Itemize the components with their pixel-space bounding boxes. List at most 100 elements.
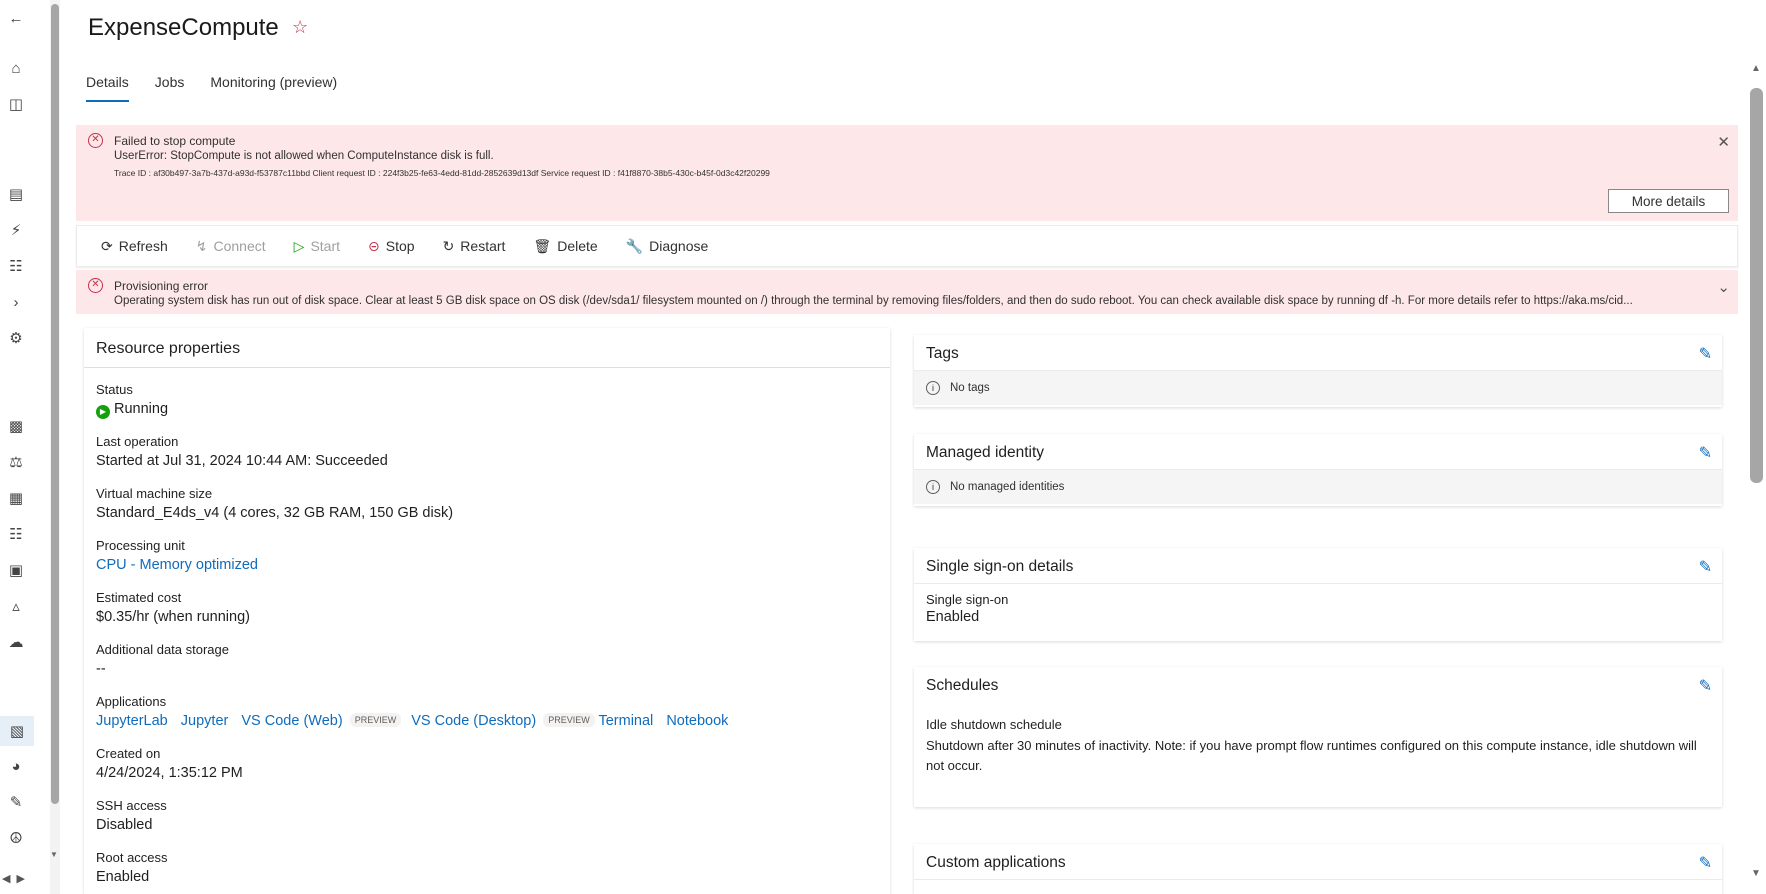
sso-title: Single sign-on details bbox=[926, 558, 1074, 575]
tags-title: Tags bbox=[926, 345, 959, 362]
delete-button[interactable]: 🗑 Delete bbox=[533, 238, 597, 255]
error-title: Failed to stop compute bbox=[114, 134, 236, 148]
compute-icon[interactable]: ▧ bbox=[0, 716, 34, 746]
notebook-link[interactable]: Notebook bbox=[666, 713, 728, 729]
ssh-label: SSH access bbox=[96, 798, 167, 813]
monitoring-icon[interactable]: ◕ bbox=[6, 756, 26, 776]
home-icon[interactable]: ⌂ bbox=[6, 58, 26, 78]
processing-unit-label: Processing unit bbox=[96, 538, 185, 553]
prompt-flow-icon[interactable]: › bbox=[6, 292, 26, 312]
edit-icon[interactable]: ✎ bbox=[1699, 676, 1712, 696]
diagnose-button[interactable]: 🔧 Diagnose bbox=[626, 238, 709, 255]
chevron-down-icon[interactable]: ⌄ bbox=[1717, 278, 1730, 296]
refresh-button[interactable]: ⟳ Refresh bbox=[101, 238, 168, 255]
vscode-web-link[interactable]: VS Code (Web) bbox=[241, 713, 342, 729]
error-icon: ✕ bbox=[88, 133, 103, 148]
left-nav-rail: ← ⌂ ◫ ▤ ⚡ ☷ › ⚙ ▩ ⚖ ▦ ☷ ▣ ▵ ☁ ▧ ◕ ✎ ☮ ◀▶ bbox=[0, 0, 34, 894]
edit-icon[interactable]: ✎ bbox=[1699, 443, 1712, 463]
error-trace: Trace ID : af30b497-3a7b-437d-a93d-f5378… bbox=[114, 168, 770, 178]
star-icon[interactable]: ☆ bbox=[292, 17, 308, 38]
schedules-title: Schedules bbox=[926, 677, 999, 694]
error-message: UserError: StopCompute is not allowed wh… bbox=[114, 150, 494, 162]
provisioning-error-banner: ✕ Provisioning error Operating system di… bbox=[76, 270, 1738, 314]
edit-icon[interactable]: ✎ bbox=[1699, 557, 1712, 577]
back-arrow-icon[interactable]: ← bbox=[6, 8, 26, 28]
jobs-icon[interactable]: ▩ bbox=[6, 416, 26, 436]
vm-size-property: Virtual machine size Standard_E4ds_v4 (4… bbox=[96, 486, 453, 521]
processing-unit-link[interactable]: CPU - Memory optimized bbox=[96, 557, 258, 573]
restart-button[interactable]: ↻ Restart bbox=[443, 238, 506, 255]
vscode-desktop-link[interactable]: VS Code (Desktop) bbox=[411, 713, 536, 729]
page-scrollbar-thumb[interactable] bbox=[1750, 88, 1763, 483]
jupyter-link[interactable]: Jupyter bbox=[181, 713, 229, 729]
stop-button[interactable]: ⊝ Stop bbox=[368, 238, 415, 255]
more-details-button[interactable]: More details bbox=[1608, 189, 1729, 213]
info-icon: i bbox=[926, 381, 940, 395]
stop-error-banner: ✕ Failed to stop compute UserError: Stop… bbox=[76, 125, 1738, 221]
additional-storage-property: Additional data storage -- bbox=[96, 642, 229, 677]
nav-scrollbar-thumb[interactable] bbox=[51, 4, 59, 804]
idle-shutdown-label: Idle shutdown schedule bbox=[926, 717, 1062, 732]
applications-property: Applications JupyterLab Jupyter VS Code … bbox=[96, 694, 737, 729]
refresh-icon: ⟳ bbox=[101, 237, 113, 254]
sso-card: Single sign-on details ✎ Single sign-on E… bbox=[914, 548, 1722, 641]
additional-storage-label: Additional data storage bbox=[96, 642, 229, 657]
edit-icon[interactable]: ✎ bbox=[1699, 344, 1712, 364]
tab-jobs[interactable]: Jobs bbox=[155, 74, 185, 102]
created-on-property: Created on 4/24/2024, 1:35:12 PM bbox=[96, 746, 243, 781]
start-button[interactable]: ▷ Start bbox=[294, 238, 340, 255]
managed-identity-title: Managed identity bbox=[926, 444, 1045, 461]
estimated-cost-property: Estimated cost $0.35/hr (when running) bbox=[96, 590, 250, 625]
linked-services-icon[interactable]: ☮ bbox=[6, 828, 26, 848]
preview-badge: PREVIEW bbox=[543, 713, 595, 727]
nav-scrollbar[interactable]: ▼ bbox=[50, 0, 60, 894]
last-operation-value: Started at Jul 31, 2024 10:44 AM: Succee… bbox=[96, 453, 388, 469]
created-on-label: Created on bbox=[96, 746, 161, 761]
command-toolbar: ⟳ Refresh ↯ Connect ▷ Start ⊝ Stop ↻ Restart … bbox=[76, 225, 1738, 267]
provisioning-error-title: Provisioning error bbox=[114, 279, 209, 293]
page-title: ExpenseCompute bbox=[88, 14, 279, 41]
scroll-up-icon[interactable]: ▲ bbox=[1751, 63, 1761, 74]
managed-identity-empty: No managed identities bbox=[950, 481, 1065, 493]
schedules-card: Schedules ✎ Idle shutdown schedule Shutdo… bbox=[914, 667, 1722, 807]
status-property: Status ▶ Running bbox=[96, 382, 168, 419]
rail-scroll-arrows-icon[interactable]: ◀▶ bbox=[2, 872, 31, 885]
endpoints-icon[interactable]: ▵ bbox=[6, 596, 26, 616]
estimated-cost-label: Estimated cost bbox=[96, 590, 182, 605]
nav-scroll-down-icon[interactable]: ▼ bbox=[50, 850, 58, 859]
managed-identity-card: Managed identity ✎ i No managed identities bbox=[914, 434, 1722, 506]
play-icon: ▷ bbox=[293, 237, 305, 254]
custom-applications-title: Custom applications bbox=[926, 854, 1066, 871]
designer-icon[interactable]: ☷ bbox=[6, 256, 26, 276]
notebooks-icon[interactable]: ▤ bbox=[6, 184, 26, 204]
additional-storage-value: -- bbox=[96, 661, 106, 677]
environments-icon[interactable]: ☷ bbox=[6, 524, 26, 544]
pipelines-icon[interactable]: ▦ bbox=[6, 488, 26, 508]
custom-applications-card: Custom applications ✎ bbox=[914, 844, 1722, 894]
root-access-value: Enabled bbox=[96, 869, 150, 885]
edit-icon[interactable]: ✎ bbox=[1699, 853, 1712, 873]
wrench-icon: 🔧 bbox=[625, 237, 644, 254]
running-icon: ▶ bbox=[96, 405, 110, 419]
tab-monitoring[interactable]: Monitoring (preview) bbox=[210, 74, 337, 102]
data-icon[interactable]: ⚙ bbox=[6, 328, 26, 348]
components-icon[interactable]: ⚖ bbox=[6, 452, 26, 472]
jupyterlab-link[interactable]: JupyterLab bbox=[96, 713, 168, 729]
main-content: ExpenseCompute ☆ Details Jobs Monitoring… bbox=[62, 0, 1746, 894]
tab-details[interactable]: Details bbox=[86, 74, 129, 102]
cloud-icon[interactable]: ☁ bbox=[6, 632, 26, 652]
error-icon: ✕ bbox=[88, 278, 103, 293]
terminal-link[interactable]: Terminal bbox=[598, 713, 653, 729]
data-labeling-icon[interactable]: ✎ bbox=[6, 792, 26, 812]
close-icon[interactable]: ✕ bbox=[1717, 133, 1730, 151]
scroll-down-icon[interactable]: ▼ bbox=[1751, 868, 1761, 879]
models-icon[interactable]: ▣ bbox=[6, 560, 26, 580]
provisioning-error-message: Operating system disk has run out of dis… bbox=[114, 295, 1633, 307]
model-catalog-icon[interactable]: ◫ bbox=[6, 94, 26, 114]
connect-button[interactable]: ↯ Connect bbox=[196, 238, 266, 255]
root-access-property: Root access Enabled bbox=[96, 850, 168, 885]
status-value: Running bbox=[114, 401, 169, 417]
page-scrollbar[interactable]: ▲ ▼ bbox=[1748, 0, 1766, 894]
automl-icon[interactable]: ⚡ bbox=[6, 220, 26, 240]
tags-card: Tags ✎ i No tags bbox=[914, 335, 1722, 407]
